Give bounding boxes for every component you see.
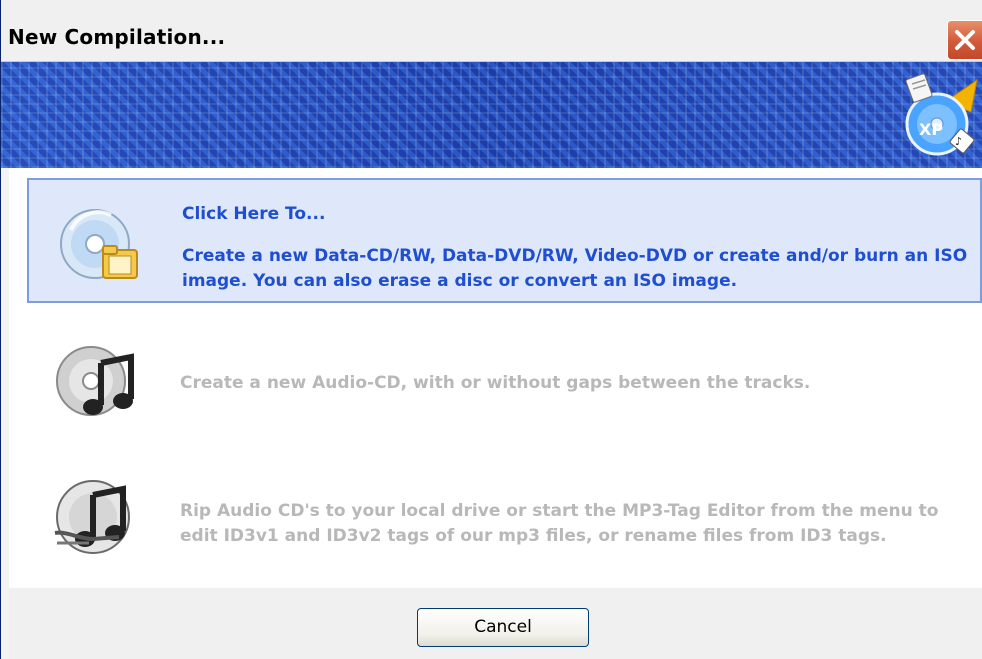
new-compilation-dialog: New Compilation... ♪ XP Click Here To...… — [0, 0, 982, 659]
option-data-cd[interactable]: Click Here To... Create a new Data-CD/RW… — [27, 178, 982, 303]
burnaware-xp-logo-icon: ♪ XP — [905, 73, 978, 156]
cancel-button[interactable]: Cancel — [417, 608, 589, 647]
window-title: New Compilation... — [8, 25, 226, 49]
data-cd-icon — [60, 209, 138, 279]
rip-audio-icon — [54, 480, 130, 554]
option-heading: Click Here To... — [182, 204, 326, 224]
compilation-options-list: Click Here To... Create a new Data-CD/RW… — [9, 168, 982, 588]
banner-logo-text: XP — [919, 120, 943, 139]
option-description: Rip Audio CD's to your local drive or st… — [180, 501, 939, 546]
svg-text:♪: ♪ — [955, 135, 962, 148]
option-rip-audio[interactable]: Rip Audio CD's to your local drive or st… — [27, 453, 982, 578]
title-bar: New Compilation... — [1, 0, 982, 62]
header-banner: ♪ XP — [1, 62, 982, 168]
dialog-footer: Cancel — [9, 588, 982, 659]
close-button[interactable] — [947, 20, 982, 60]
option-description: Create a new Audio-CD, with or without g… — [180, 373, 811, 393]
option-description: Create a new Data-CD/RW, Data-DVD/RW, Vi… — [182, 246, 968, 291]
close-icon — [955, 30, 975, 50]
option-audio-cd[interactable]: Create a new Audio-CD, with or without g… — [27, 313, 982, 438]
audio-cd-icon — [56, 346, 134, 416]
